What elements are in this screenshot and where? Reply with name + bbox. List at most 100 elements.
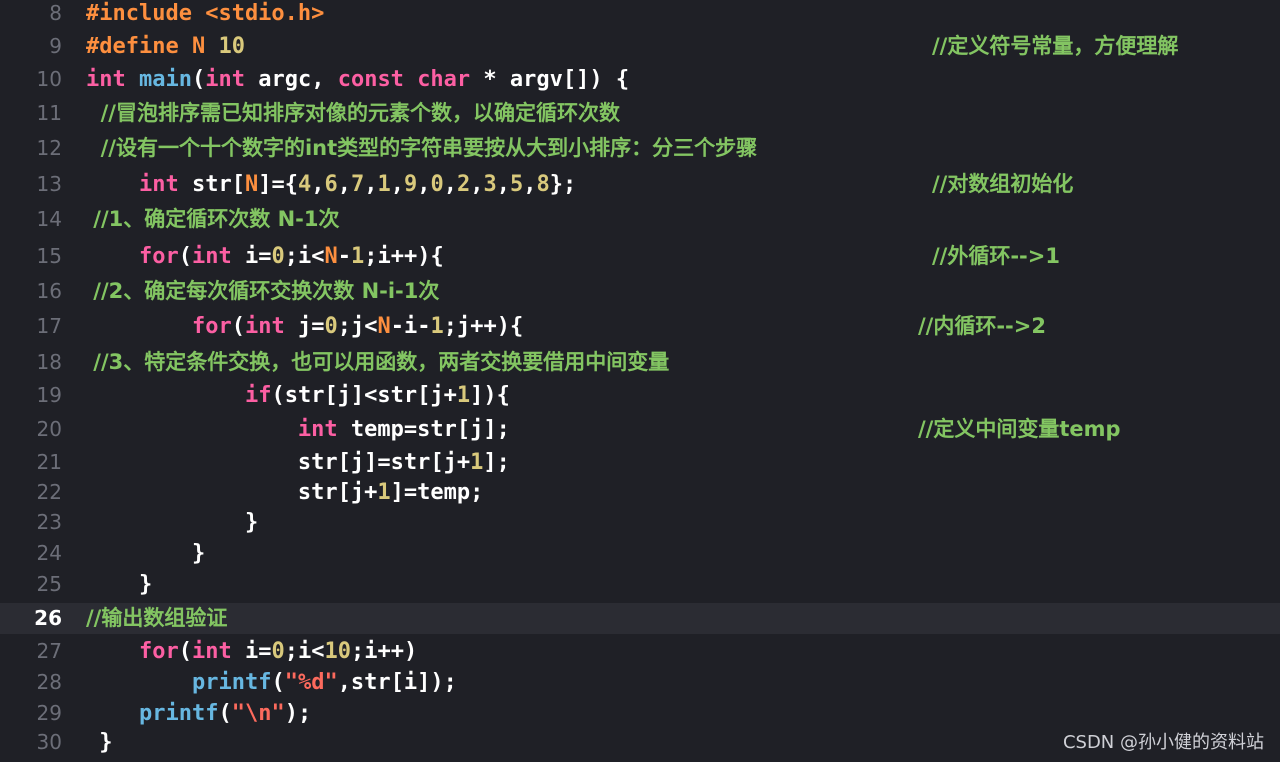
code-text: //2、确定每次循环交换次数 N-i-1次 — [86, 276, 439, 307]
code-line[interactable]: 25 } — [0, 569, 1280, 600]
code-text: str[j+1]=temp; — [86, 477, 483, 508]
code-line[interactable]: 17 for(int j=0;j<N-i-1;j++){//内循环-->2 — [0, 311, 1280, 342]
code-token: "\n" — [231, 701, 285, 726]
code-line[interactable]: 14 //1、确定循环次数 N-1次 — [0, 204, 1280, 235]
code-token: ;j< — [337, 314, 378, 339]
code-text: #include <stdio.h> — [86, 0, 324, 29]
code-token: ;j++){ — [443, 314, 524, 339]
code-token: 1 — [470, 450, 484, 475]
code-comment: //对数组初始化 — [932, 172, 1074, 196]
code-token: -i- — [390, 314, 431, 339]
code-token: main — [139, 67, 192, 92]
code-line[interactable]: 11 //冒泡排序需已知排序对像的元素个数，以确定循环次数 — [0, 98, 1280, 129]
code-line[interactable]: 18 //3、特定条件交换，也可以用函数，两者交换要借用中间变量 — [0, 347, 1280, 378]
code-line[interactable]: 13 int str[N]={4,6,7,1,9,0,2,3,5,8};//对数… — [0, 169, 1280, 200]
code-line[interactable]: 27 for(int i=0;i<10;i++) — [0, 636, 1280, 667]
code-line[interactable]: 29 printf("\n"); — [0, 698, 1280, 729]
code-text: int temp=str[j]; — [86, 414, 510, 445]
code-editor[interactable]: 8 #include <stdio.h> 9 #define N 10//定义符号常量… — [0, 0, 1280, 762]
code-line[interactable]: 8 #include <stdio.h> — [0, 0, 1280, 29]
code-token: }; — [549, 172, 577, 197]
code-text: for(int i=0;i<N-1;i++){ — [86, 241, 444, 272]
code-token: 1 — [456, 383, 471, 408]
code-text: str[j]=str[j+1]; — [86, 447, 510, 478]
watermark: CSDN @孙小健的资料站 — [1062, 732, 1264, 753]
code-line[interactable]: 24 } — [0, 538, 1280, 569]
code-token: 1 — [377, 172, 391, 197]
line-number: 13 — [36, 172, 62, 196]
code-token: 0 — [271, 244, 285, 269]
code-line[interactable]: 16 //2、确定每次循环交换次数 N-i-1次 — [0, 276, 1280, 307]
code-token: printf — [191, 670, 272, 695]
code-token: int — [191, 639, 232, 664]
code-token: i= — [231, 639, 272, 664]
code-token: 1 — [377, 480, 391, 505]
code-token: (str[j]<str[j+ — [271, 383, 457, 408]
code-line[interactable]: 20 int temp=str[j]; //定义中间变量temp — [0, 414, 1280, 445]
code-comment: //设有一个十个数字的int类型的字符串要按从大到小排序：分三个步骤 — [86, 136, 758, 160]
line-number: 14 — [36, 207, 62, 231]
code-token: 0 — [430, 172, 444, 197]
code-comment: //定义中间变量temp — [918, 417, 1121, 441]
code-token: j= — [284, 314, 325, 339]
line-number: 24 — [36, 541, 62, 565]
code-token: ;i< — [284, 639, 325, 664]
code-line[interactable]: 10 int main(int argc, const char * argv[]… — [0, 64, 1280, 95]
code-token: 10 — [218, 34, 245, 59]
code-token: 10 — [324, 639, 351, 664]
code-text: } — [86, 569, 152, 600]
code-token: N — [191, 34, 219, 59]
code-token: ( — [178, 639, 192, 664]
code-token: N — [244, 172, 259, 197]
code-token: ]){ — [470, 383, 510, 408]
line-number: 21 — [36, 450, 62, 474]
line-number: 10 — [36, 67, 62, 91]
code-text: //1、确定循环次数 N-1次 — [86, 204, 339, 235]
code-line[interactable]: 28 printf("%d",str[i]); — [0, 667, 1280, 698]
code-token: } — [86, 730, 113, 755]
code-token: str[ — [178, 172, 245, 197]
code-token: if — [244, 383, 272, 408]
code-token: 2 — [456, 172, 471, 197]
line-number: 20 — [36, 417, 62, 441]
code-token: , — [364, 172, 378, 197]
line-number: 27 — [36, 639, 62, 663]
code-text: //冒泡排序需已知排序对像的元素个数，以确定循环次数 — [86, 98, 620, 129]
code-token: ]={ — [258, 172, 298, 197]
code-token: 9 — [403, 172, 418, 197]
code-line[interactable]: 15 for(int i=0;i<N-1;i++){//外循环-->1 — [0, 241, 1280, 272]
line-number: 25 — [36, 572, 62, 596]
code-token: int — [191, 244, 232, 269]
line-number: 11 — [36, 101, 62, 125]
code-token: - — [337, 244, 351, 269]
code-token: int — [244, 314, 285, 339]
code-line[interactable]: 22 str[j+1]=temp; — [0, 477, 1280, 508]
code-line[interactable]: 19 if(str[j]<str[j+1]){ — [0, 380, 1280, 411]
code-token: ;i++){ — [364, 244, 444, 269]
code-comment: //外循环-->1 — [932, 244, 1060, 268]
code-token: ]=temp; — [390, 480, 484, 505]
code-line[interactable]: 26 //输出数组验证 — [0, 603, 1280, 634]
code-token: ;i< — [284, 244, 325, 269]
code-token: ( — [271, 670, 285, 695]
code-token: * argv[]) { — [470, 67, 630, 92]
code-text: for(int i=0;i<10;i++) — [86, 636, 417, 667]
code-line[interactable]: 9 #define N 10 //定义符号常量，方便理解 — [0, 31, 1280, 62]
line-number: 9 — [49, 34, 62, 58]
code-token: 8 — [536, 172, 550, 197]
code-token: 0 — [324, 314, 338, 339]
code-token: } — [86, 572, 153, 597]
code-token: const — [337, 67, 404, 92]
code-line[interactable]: 12 //设有一个十个数字的int类型的字符串要按从大到小排序：分三个步骤 — [0, 133, 1280, 164]
code-token: i= — [231, 244, 272, 269]
line-number: 18 — [36, 350, 62, 374]
code-text: //设有一个十个数字的int类型的字符串要按从大到小排序：分三个步骤 — [86, 133, 758, 164]
code-token: , — [417, 172, 431, 197]
line-number: 12 — [36, 136, 62, 160]
code-token: for — [138, 244, 179, 269]
code-token: int — [205, 67, 245, 92]
code-line[interactable]: 21 str[j]=str[j+1]; — [0, 447, 1280, 478]
code-line[interactable]: 23 } — [0, 507, 1280, 538]
